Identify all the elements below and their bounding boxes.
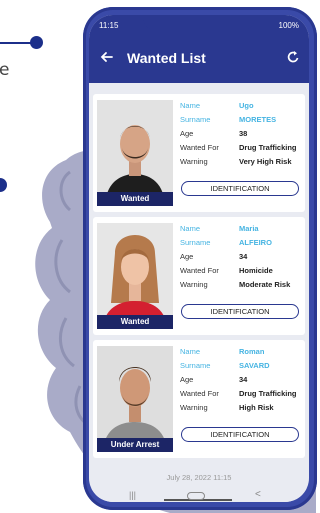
app-screen: 11:15 100% Wanted List Wanted Name Ugo S…: [89, 15, 309, 502]
wanted-for-label: Wanted For: [180, 266, 219, 275]
suspect-photo: [97, 223, 173, 327]
warning-label: Warning: [180, 403, 208, 412]
page-title: Wanted List: [127, 50, 206, 66]
suspect-details: Name Roman Surname SAVARD Age 34 Wanted For…: [180, 347, 302, 417]
warning-value: High Risk: [239, 403, 274, 412]
home-icon[interactable]: [187, 492, 205, 500]
surname-value: SAVARD: [239, 361, 270, 370]
name-value: Ugo: [239, 101, 254, 110]
wanted-for-value: Drug Trafficking: [239, 389, 297, 398]
surname-value: MORETES: [239, 115, 277, 124]
back-arrow-icon[interactable]: [99, 49, 115, 65]
person-icon: [97, 223, 173, 327]
surname-label: Surname: [180, 115, 211, 124]
status-label: Under Arrest: [97, 438, 173, 452]
name-label: Name: [180, 224, 201, 233]
suspect-details: Name Ugo Surname MORETES Age 38 Wanted For D…: [180, 101, 302, 171]
age-value: 34: [239, 252, 248, 261]
suspect-photo: [97, 346, 173, 450]
warning-label: Warning: [180, 280, 208, 289]
wanted-for-label: Wanted For: [180, 389, 219, 398]
wanted-card: Wanted Name Maria Surname ALFEIRO Age 34 Wa…: [93, 217, 305, 335]
footer-date: July 28, 2022 11:15: [166, 473, 232, 482]
refresh-icon[interactable]: [285, 49, 301, 65]
camera-notch: [143, 15, 255, 31]
age-value: 38: [239, 129, 248, 138]
warning-value: Very High Risk: [239, 157, 292, 166]
status-time: 11:15: [99, 21, 119, 30]
suspect-details: Name Maria Surname ALFEIRO Age 34 Wanted Fo…: [180, 224, 302, 294]
name-label: Name: [180, 101, 201, 110]
surname-label: Surname: [180, 238, 211, 247]
wanted-for-label: Wanted For: [180, 143, 219, 152]
identification-button[interactable]: IDENTIFICATION: [181, 427, 299, 442]
age-label: Age: [180, 129, 194, 138]
suspect-photo: [97, 100, 173, 204]
nav-back-icon[interactable]: <: [255, 489, 261, 500]
system-nav-bar: ||| <: [89, 488, 309, 502]
wanted-for-value: Homicide: [239, 266, 273, 275]
phone-frame: 11:15 100% Wanted List Wanted Name Ugo S…: [83, 7, 317, 510]
age-value: 34: [239, 375, 248, 384]
age-label: Age: [180, 252, 194, 261]
recent-apps-icon[interactable]: |||: [129, 490, 136, 500]
status-battery: 100%: [278, 21, 299, 30]
surname-label: Surname: [180, 361, 211, 370]
identification-button[interactable]: IDENTIFICATION: [181, 181, 299, 196]
person-icon: [97, 346, 173, 450]
surname-value: ALFEIRO: [239, 238, 272, 247]
status-label: Wanted: [97, 315, 173, 329]
status-label: Wanted: [97, 192, 173, 206]
warning-value: Moderate Risk: [239, 280, 291, 289]
wanted-card: Under Arrest Name Roman Surname SAVARD Age…: [93, 340, 305, 458]
name-label: Name: [180, 347, 201, 356]
person-icon: [97, 100, 173, 204]
age-label: Age: [180, 375, 194, 384]
name-value: Roman: [239, 347, 265, 356]
wanted-card: Wanted Name Ugo Surname MORETES Age 38 Want…: [93, 94, 305, 212]
warning-label: Warning: [180, 157, 208, 166]
wanted-for-value: Drug Trafficking: [239, 143, 297, 152]
name-value: Maria: [239, 224, 259, 233]
identification-button[interactable]: IDENTIFICATION: [181, 304, 299, 319]
